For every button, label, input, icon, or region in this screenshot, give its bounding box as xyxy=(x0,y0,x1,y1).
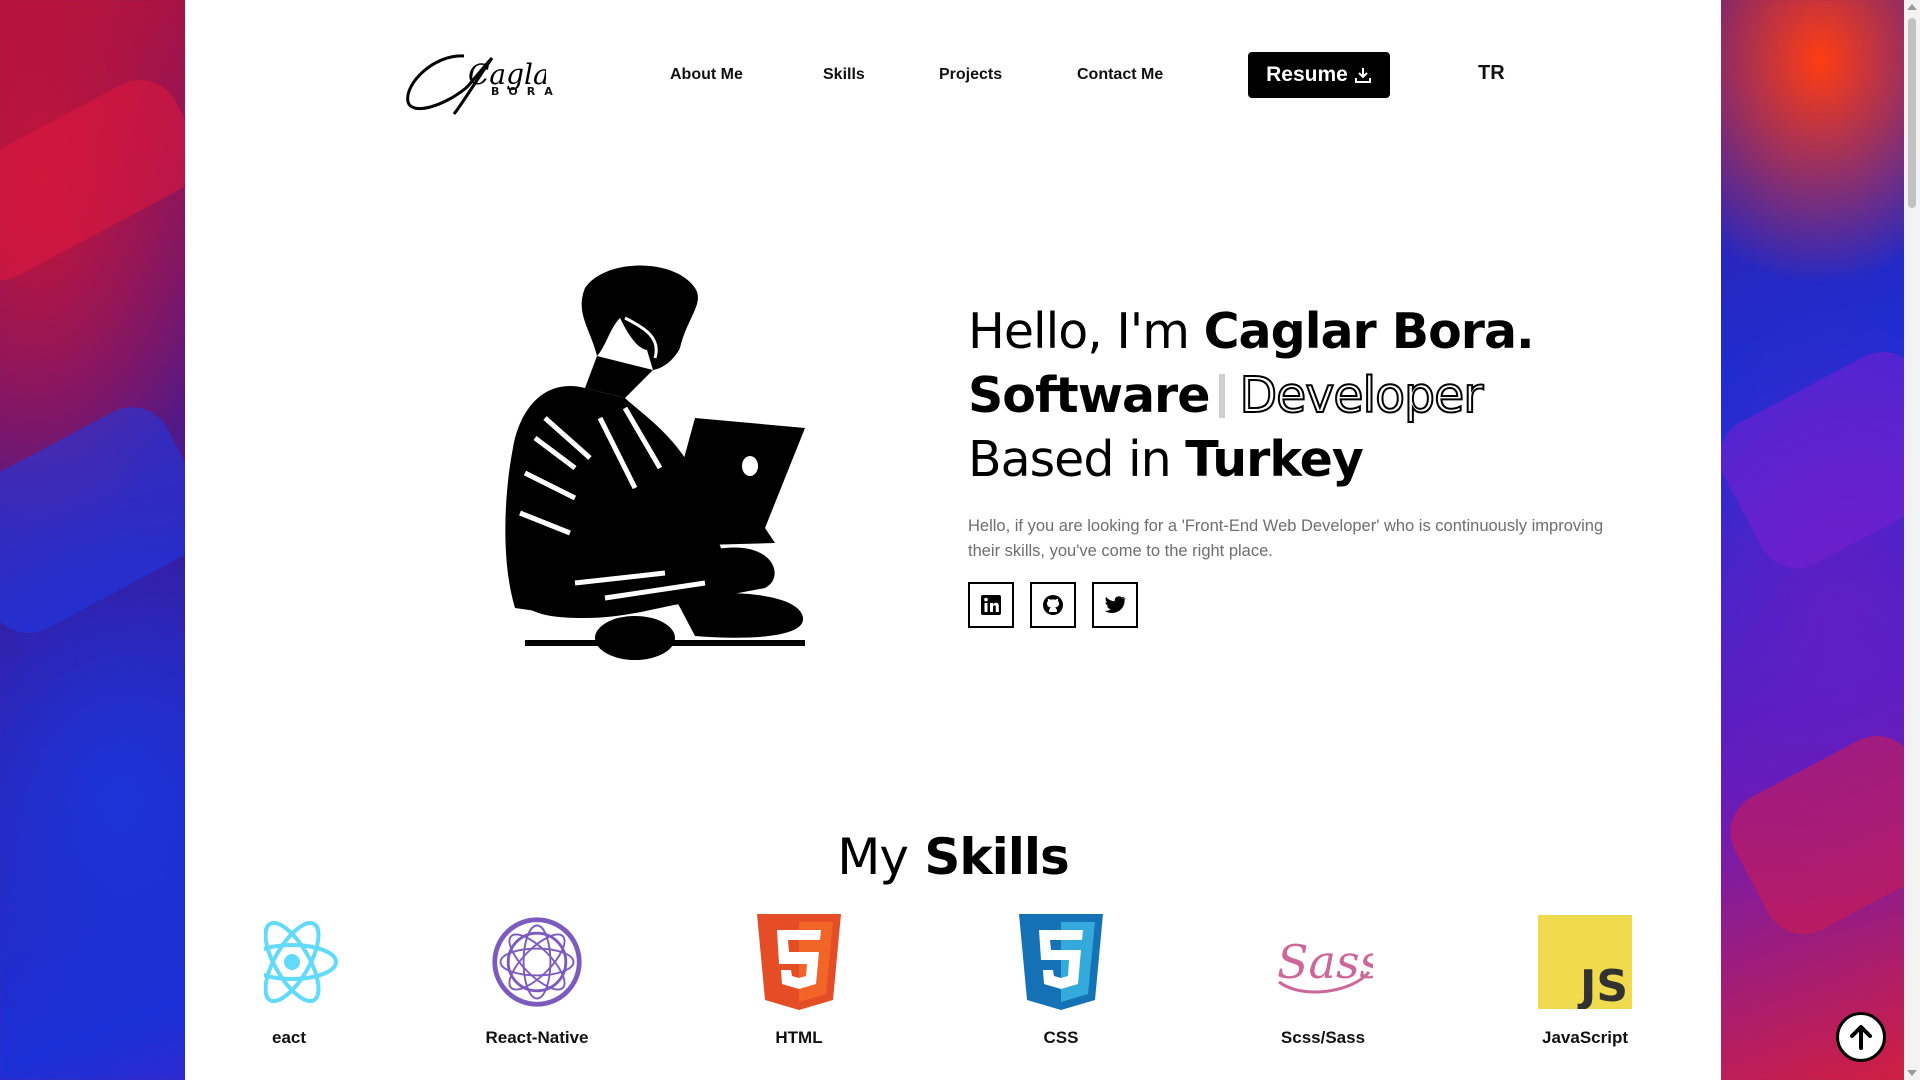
twitter-link[interactable] xyxy=(1092,582,1138,628)
react-native-icon xyxy=(492,917,582,1007)
main-page: Caglar BORA About Me Skills Projects Con… xyxy=(185,0,1721,1080)
skills-heading: My Skills xyxy=(185,828,1721,886)
react-icon xyxy=(264,920,338,1004)
skill-label: eact xyxy=(272,1028,307,1047)
skill-item: JS JavaScript xyxy=(1485,912,1640,1048)
nav-about-me[interactable]: About Me xyxy=(670,66,743,84)
skills-carousel: eact React-Native HTML CSS Sass Scss/Sas… xyxy=(264,912,1640,1052)
resume-button[interactable]: Resume xyxy=(1248,52,1390,98)
developer-illustration xyxy=(505,265,805,660)
github-link[interactable] xyxy=(1030,582,1076,628)
skills-heading-bold: Skills xyxy=(924,828,1069,886)
skill-item: eact xyxy=(264,912,392,1048)
linkedin-icon xyxy=(981,595,1001,615)
svg-text:JS: JS xyxy=(1577,961,1628,1009)
skills-heading-light: My xyxy=(837,828,909,886)
logo-subtitle: BORA xyxy=(491,85,562,98)
scroll-down-arrow[interactable] xyxy=(1907,1070,1917,1076)
arrow-up-icon xyxy=(1850,1025,1872,1050)
hero-line-2: Software Developer xyxy=(968,364,1608,428)
skill-label: HTML xyxy=(775,1028,823,1047)
html5-icon xyxy=(757,914,841,1010)
skill-item: React-Native xyxy=(437,912,637,1048)
scroll-to-top-button[interactable] xyxy=(1836,1012,1886,1062)
language-toggle[interactable]: TR xyxy=(1478,62,1505,85)
hero-role: Software xyxy=(968,367,1210,424)
nav-skills[interactable]: Skills xyxy=(823,66,865,84)
hero-location: Turkey xyxy=(1185,431,1364,488)
skill-label: Scss/Sass xyxy=(1280,1028,1366,1047)
resume-label: Resume xyxy=(1266,63,1348,86)
skill-item: HTML xyxy=(699,912,899,1048)
background-band xyxy=(1716,721,1920,949)
scrollbar-thumb[interactable] xyxy=(1908,18,1916,208)
nav-projects[interactable]: Projects xyxy=(939,66,1002,84)
javascript-icon: JS xyxy=(1538,915,1632,1009)
background-band xyxy=(1705,337,1920,583)
css3-icon xyxy=(1019,914,1103,1010)
github-icon xyxy=(1043,595,1063,615)
hero-role-outline: Developer xyxy=(1238,366,1484,425)
signature-logo-icon: Caglar xyxy=(406,54,565,115)
skill-label: CSS xyxy=(1043,1028,1079,1047)
typing-cursor xyxy=(1219,374,1226,418)
hero-greeting: Hello, I'm xyxy=(968,303,1204,360)
page-scrollbar[interactable] xyxy=(1904,0,1920,1080)
hero-name: Caglar Bora. xyxy=(1203,303,1535,360)
skill-item: CSS xyxy=(961,912,1161,1048)
background-band xyxy=(0,65,213,295)
skill-item: Sass Scss/Sass xyxy=(1223,912,1423,1048)
hero-intro: Hello, if you are looking for a 'Front-E… xyxy=(968,517,1604,560)
logo[interactable]: Caglar BORA xyxy=(404,44,565,120)
scroll-up-arrow[interactable] xyxy=(1907,4,1917,10)
hero-line-3: Based in Turkey xyxy=(968,428,1608,492)
download-icon xyxy=(1354,68,1371,83)
hero-text: Hello, I'm Caglar Bora. Software Develope… xyxy=(968,300,1608,628)
nav-contact-me[interactable]: Contact Me xyxy=(1077,66,1163,84)
hero-line-1: Hello, I'm Caglar Bora. xyxy=(968,300,1608,364)
skill-label: React-Native xyxy=(485,1028,589,1047)
social-links xyxy=(968,582,1608,628)
hero-location-prefix: Based in xyxy=(968,431,1186,488)
skill-label: JavaScript xyxy=(1542,1028,1628,1047)
twitter-icon xyxy=(1104,596,1126,614)
linkedin-link[interactable] xyxy=(968,582,1014,628)
sass-icon: Sass xyxy=(1277,935,1373,994)
